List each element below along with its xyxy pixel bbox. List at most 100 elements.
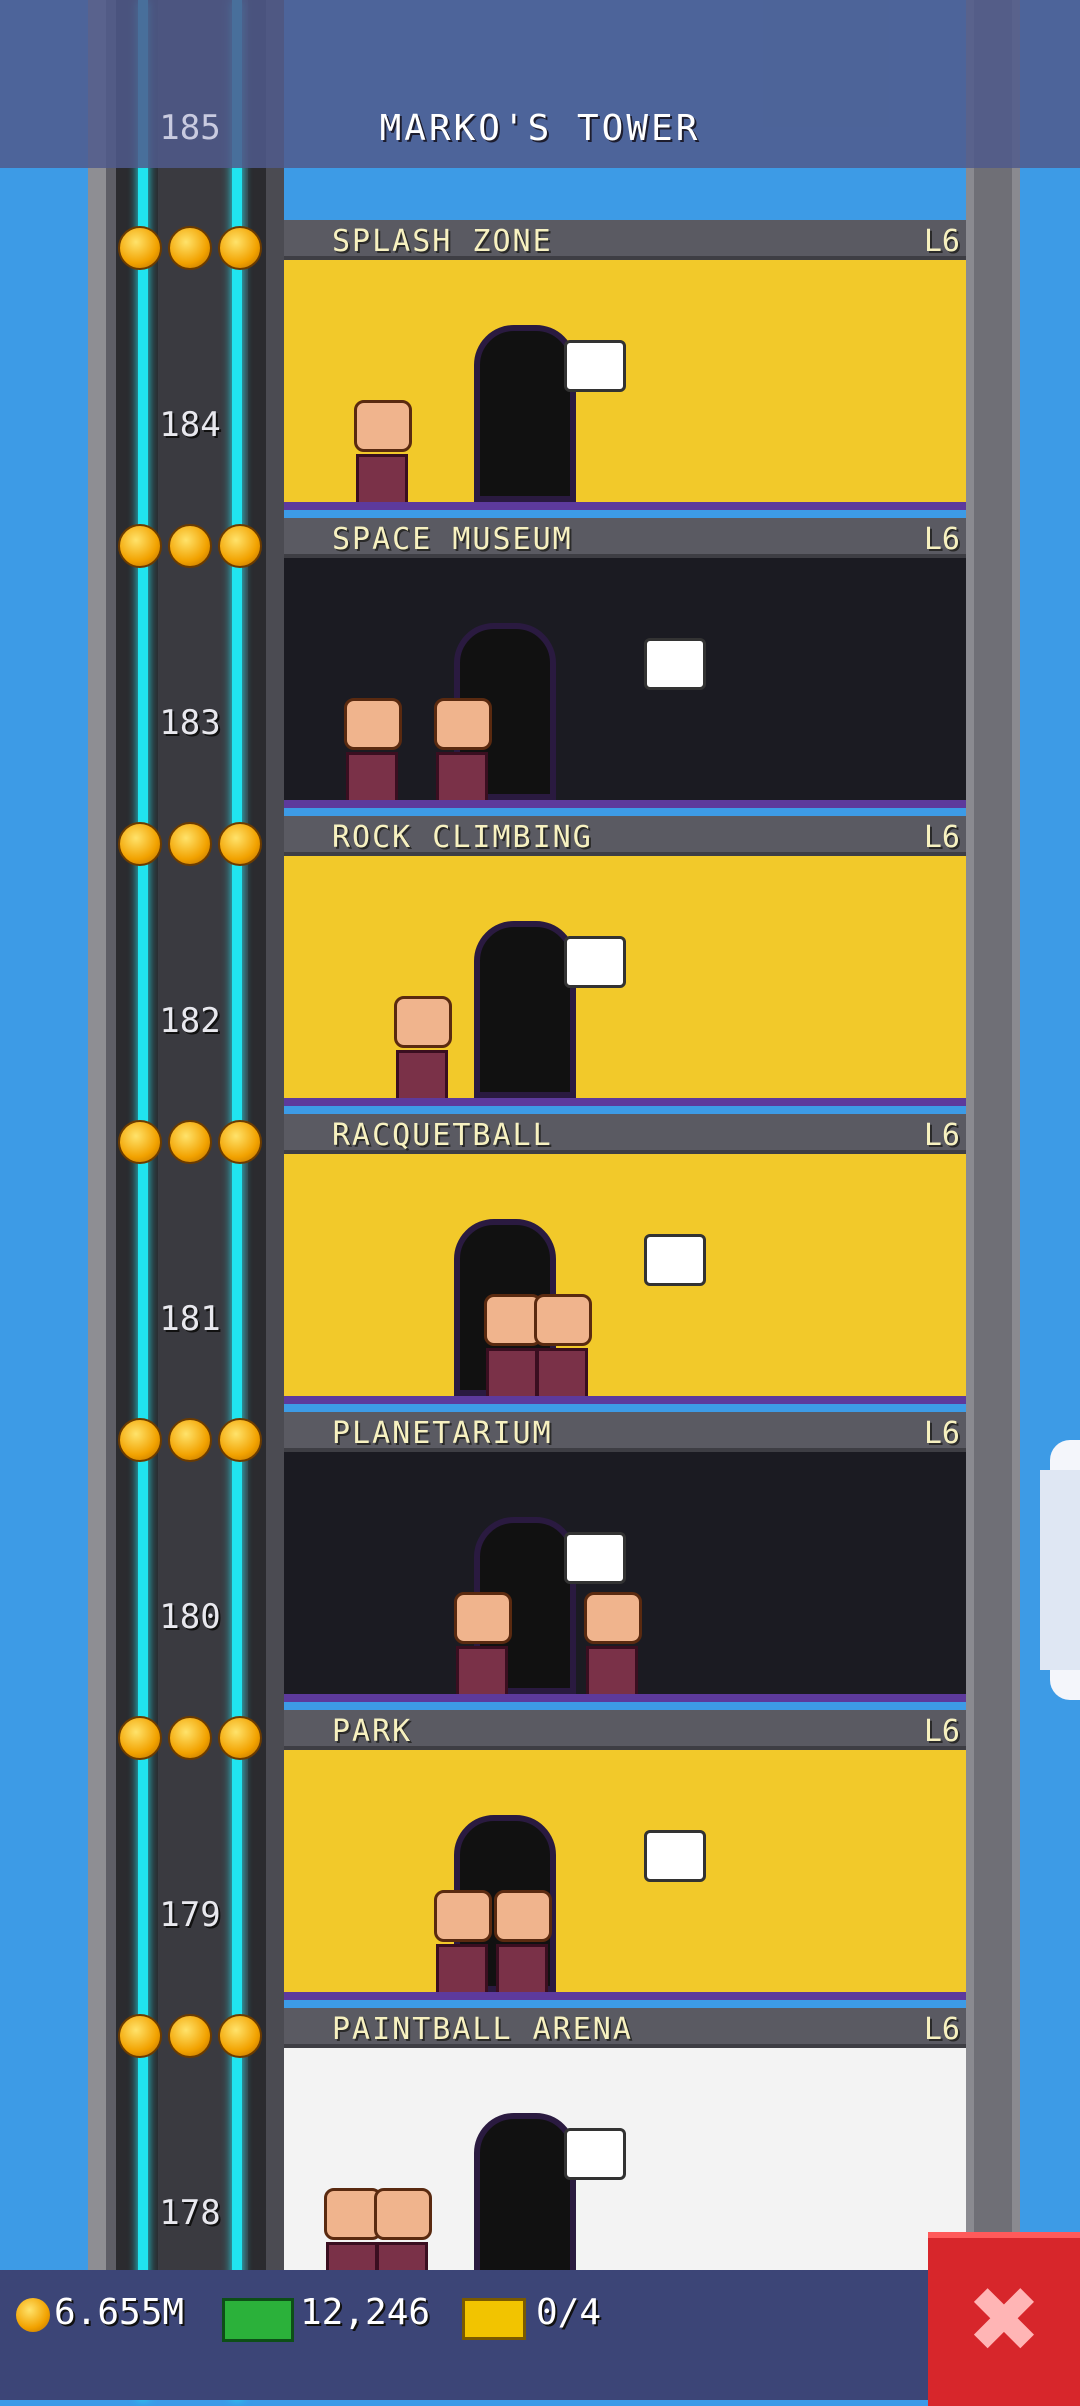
floor-planetarium[interactable]: PLANETARIUM L6 [284, 1412, 966, 1710]
floor-room [284, 2048, 966, 2298]
floor-paintball-arena[interactable]: PAINTBALL ARENA L6 [284, 2008, 966, 2306]
star-icon [218, 226, 262, 270]
floor-racquetball[interactable]: RACQUETBALL L6 [284, 1114, 966, 1412]
bitizen-avatar[interactable] [344, 698, 402, 804]
shaft-divider [266, 0, 284, 2400]
star-icon [118, 2014, 162, 2058]
elevator-door [474, 325, 576, 502]
floor-number: 182 [159, 1001, 221, 1041]
floor-label-bar: ROCK CLIMBING L6 [284, 816, 966, 856]
speech-bubble-icon[interactable] [564, 1532, 626, 1584]
floor-stars [118, 524, 268, 572]
tower-wall-right [966, 0, 1020, 2400]
star-icon [168, 2014, 212, 2058]
floor-room [284, 856, 966, 1106]
floor-level: L6 [923, 1416, 960, 1451]
bitizen-avatar[interactable] [354, 400, 412, 506]
floor-splash-zone[interactable]: SPLASH ZONE L6 [284, 220, 966, 518]
floor-name: PARK [332, 1714, 413, 1749]
star-icon [118, 1120, 162, 1164]
floor-room [284, 1154, 966, 1404]
bitizen-avatar[interactable] [434, 698, 492, 804]
close-button[interactable]: ✖ [928, 2232, 1080, 2406]
floor-stars [118, 2014, 268, 2062]
speech-bubble-icon[interactable] [564, 340, 626, 392]
floor-label-bar: PLANETARIUM L6 [284, 1412, 966, 1452]
floor-strip [284, 1992, 966, 2000]
floor-room [284, 260, 966, 510]
cash-icon [222, 2298, 294, 2342]
close-icon: ✖ [966, 2268, 1042, 2373]
star-icon [118, 524, 162, 568]
bitizen-avatar[interactable] [584, 1592, 642, 1698]
floor-stars [118, 1120, 268, 1168]
floor-level: L6 [923, 1714, 960, 1749]
ticket-icon [462, 2298, 526, 2340]
floor-level: L6 [923, 522, 960, 557]
star-icon [118, 1418, 162, 1462]
floor-number: 180 [159, 1597, 221, 1637]
star-icon [218, 2014, 262, 2058]
star-icon [168, 1120, 212, 1164]
tower-wall-left [88, 0, 106, 2400]
star-icon [218, 1418, 262, 1462]
bitizen-avatar[interactable] [484, 1294, 542, 1400]
elevator-door [474, 2113, 576, 2290]
star-icon [118, 822, 162, 866]
floor-room [284, 1452, 966, 1702]
floor-strip [284, 502, 966, 510]
floor-park[interactable]: PARK L6 [284, 1710, 966, 2008]
bitizen-avatar[interactable] [454, 1592, 512, 1698]
coin-icon [16, 2298, 50, 2332]
floor-number: 179 [159, 1895, 221, 1935]
floor-name: RACQUETBALL [332, 1118, 553, 1153]
floor-name: PLANETARIUM [332, 1416, 553, 1451]
bitizen-avatar[interactable] [494, 1890, 552, 1996]
floor-level: L6 [923, 2012, 960, 2047]
floor-rock-climbing[interactable]: ROCK CLIMBING L6 [284, 816, 966, 1114]
coins-value: 6.655M [54, 2292, 185, 2333]
floor-number: 181 [159, 1299, 221, 1339]
star-icon [218, 822, 262, 866]
bitizen-avatar[interactable] [534, 1294, 592, 1400]
speech-bubble-icon[interactable] [564, 2128, 626, 2180]
floor-number: 184 [159, 405, 221, 445]
floor-name: SPLASH ZONE [332, 224, 553, 259]
floor-stars [118, 822, 268, 870]
bitizen-avatar[interactable] [394, 996, 452, 1102]
speech-bubble-icon[interactable] [564, 936, 626, 988]
floor-number: 183 [159, 703, 221, 743]
star-icon [118, 226, 162, 270]
bitizen-avatar[interactable] [434, 1890, 492, 1996]
tower-title[interactable]: MARKO'S TOWER [0, 108, 1080, 149]
floor-space-museum[interactable]: SPACE MUSEUM L6 [284, 518, 966, 816]
star-icon [168, 1716, 212, 1760]
star-icon [168, 822, 212, 866]
floor-name: ROCK CLIMBING [332, 820, 593, 855]
floor-level: L6 [923, 224, 960, 259]
tower-wall-left-inner [106, 0, 116, 2400]
star-icon [168, 524, 212, 568]
floor-stars [118, 1716, 268, 1764]
floor-label-bar: PAINTBALL ARENA L6 [284, 2008, 966, 2048]
floor-strip [284, 800, 966, 808]
star-icon [218, 1120, 262, 1164]
floor-level: L6 [923, 1118, 960, 1153]
star-icon [168, 226, 212, 270]
floor-stars [118, 1418, 268, 1466]
speech-bubble-icon[interactable] [644, 1234, 706, 1286]
floor-room [284, 1750, 966, 2000]
floor-level: L6 [923, 820, 960, 855]
floor-number: 178 [159, 2193, 221, 2233]
cloud [1040, 1470, 1080, 1670]
elevator-door [474, 921, 576, 1098]
speech-bubble-icon[interactable] [644, 638, 706, 690]
star-icon [218, 524, 262, 568]
star-icon [168, 1418, 212, 1462]
floor-label-bar: RACQUETBALL L6 [284, 1114, 966, 1154]
floor-strip [284, 1396, 966, 1404]
floor-stars [118, 226, 268, 274]
speech-bubble-icon[interactable] [644, 1830, 706, 1882]
bux-value: 12,246 [300, 2292, 431, 2333]
floor-label-bar: PARK L6 [284, 1710, 966, 1750]
